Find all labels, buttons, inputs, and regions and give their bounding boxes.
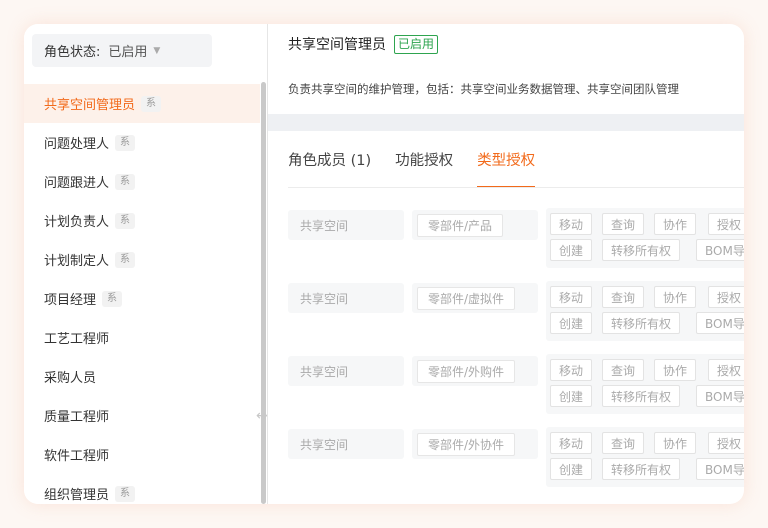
sidebar-item-label: 共享空间管理员 [44, 98, 136, 113]
permission-box: 移动 查询 协作 授权创建 转移所有权 BOM导 [546, 281, 744, 341]
system-badge: 系 [141, 95, 162, 112]
sidebar-item-label: 采购人员 [44, 371, 97, 386]
sidebar-item[interactable]: 问题处理人系 [24, 123, 260, 162]
system-badge: 系 [102, 290, 123, 307]
tab[interactable]: 类型授权 [477, 148, 536, 188]
permission-chip[interactable]: 移动 [550, 213, 593, 235]
space-field[interactable]: 共享空间 [288, 429, 404, 459]
sidebar-item[interactable]: 问题跟进人系 [24, 162, 260, 201]
sidebar-item-label: 问题处理人 [44, 137, 110, 152]
sidebar-item[interactable]: 组织管理员系 [24, 474, 260, 504]
permission-chip[interactable]: 移动 [550, 359, 593, 381]
sidebar-item-label: 质量工程师 [44, 410, 110, 425]
sidebar-item-label: 软件工程师 [44, 449, 110, 464]
permission-box: 移动 查询 协作 授权创建 转移所有权 BOM导 [546, 208, 744, 268]
permission-chip[interactable]: 创建 [550, 312, 593, 334]
permission-chip[interactable]: 协作 [654, 213, 697, 235]
system-badge: 系 [115, 251, 136, 268]
permission-chip[interactable]: 授权 [708, 432, 744, 454]
permission-chip[interactable]: 移动 [550, 286, 593, 308]
role-list: 共享空间管理员系问题处理人系问题跟进人系计划负责人系计划制定人系项目经理系工艺工… [24, 84, 260, 504]
object-type-field[interactable]: 零部件/外协件 [412, 429, 538, 459]
permission-box: 移动 查询 协作 授权创建 转移所有权 BOM导 [546, 427, 744, 487]
permission-chip[interactable]: 查询 [602, 213, 645, 235]
title-row: 共享空间管理员 已启用 [288, 34, 439, 54]
tab-underline [288, 187, 744, 188]
space-value: 共享空间 [300, 364, 349, 379]
filter-label: 角色状态: [44, 45, 101, 60]
filter-value: 已启用 [108, 45, 148, 60]
permission-chip[interactable]: 转移所有权 [602, 239, 681, 261]
sidebar-item-label: 工艺工程师 [44, 332, 110, 347]
sidebar-item[interactable]: 工艺工程师 [24, 318, 260, 357]
permission-chip[interactable]: BOM导 [696, 385, 744, 407]
object-type-field[interactable]: 零部件/产品 [412, 210, 538, 240]
sidebar-item[interactable]: 计划制定人系 [24, 240, 260, 279]
permission-chip[interactable]: 创建 [550, 458, 593, 480]
permission-chip[interactable]: 授权 [708, 359, 744, 381]
permission-chip[interactable]: BOM导 [696, 312, 744, 334]
permission-chip[interactable]: 协作 [654, 286, 697, 308]
space-value: 共享空间 [300, 291, 349, 306]
permission-chip[interactable]: 转移所有权 [602, 385, 681, 407]
sidebar-item[interactable]: 共享空间管理员系 [24, 84, 260, 123]
system-badge: 系 [115, 212, 136, 229]
permission-chip[interactable]: 转移所有权 [602, 312, 681, 334]
tab-bar: 角色成员 (1) 功能授权 类型授权 [288, 148, 559, 188]
role-sidebar: 角色状态: 已启用 ▼ 共享空间管理员系问题处理人系问题跟进人系计划负责人系计划… [24, 24, 268, 504]
permission-chip[interactable]: 转移所有权 [602, 458, 681, 480]
system-badge: 系 [115, 485, 136, 502]
space-field[interactable]: 共享空间 [288, 210, 404, 240]
sidebar-scrollbar[interactable] [261, 82, 266, 504]
sidebar-item-label: 组织管理员 [44, 488, 110, 503]
role-description: 负责共享空间的维护管理，包括：共享空间业务数据管理、共享空间团队管理 [288, 82, 679, 96]
status-badge: 已启用 [394, 34, 439, 54]
permission-chip[interactable]: BOM导 [696, 458, 744, 480]
permission-box: 移动 查询 协作 授权创建 转移所有权 BOM导 [546, 354, 744, 414]
sidebar-item[interactable]: 质量工程师 [24, 396, 260, 435]
permission-chip[interactable]: 协作 [654, 359, 697, 381]
sidebar-item[interactable]: 项目经理系 [24, 279, 260, 318]
resize-handle-icon[interactable]: ↔ [256, 408, 268, 424]
page-title: 共享空间管理员 [288, 37, 386, 53]
permission-chip[interactable]: 创建 [550, 385, 593, 407]
space-field[interactable]: 共享空间 [288, 283, 404, 313]
permission-chip[interactable]: 协作 [654, 432, 697, 454]
permission-chip[interactable]: 创建 [550, 239, 593, 261]
space-value: 共享空间 [300, 437, 349, 452]
permission-chip[interactable]: 授权 [708, 286, 744, 308]
object-type-tag: 零部件/外购件 [417, 359, 516, 383]
sidebar-item[interactable]: 采购人员 [24, 357, 260, 396]
tab[interactable]: 角色成员 (1) [288, 148, 371, 188]
role-detail: 共享空间管理员 已启用 负责共享空间的维护管理，包括：共享空间业务数据管理、共享… [268, 24, 744, 504]
role-status-filter[interactable]: 角色状态: 已启用 ▼ [32, 34, 212, 67]
tab[interactable]: 功能授权 [395, 148, 453, 188]
sidebar-item[interactable]: 计划负责人系 [24, 201, 260, 240]
permission-chip[interactable]: 移动 [550, 432, 593, 454]
sidebar-item-label: 计划制定人 [44, 254, 110, 269]
app-card: 角色状态: 已启用 ▼ 共享空间管理员系问题处理人系问题跟进人系计划负责人系计划… [24, 24, 744, 504]
object-type-tag: 零部件/产品 [417, 213, 504, 237]
object-type-tag: 零部件/虚拟件 [417, 286, 516, 310]
sidebar-item-label: 问题跟进人 [44, 176, 110, 191]
permission-chip[interactable]: 查询 [602, 432, 645, 454]
object-type-tag: 零部件/外协件 [417, 432, 516, 456]
system-badge: 系 [115, 173, 136, 190]
permission-chip[interactable]: 查询 [602, 359, 645, 381]
sidebar-item-label: 计划负责人 [44, 215, 110, 230]
permission-chip[interactable]: BOM导 [696, 239, 744, 261]
system-badge: 系 [115, 134, 136, 151]
permission-chip[interactable]: 授权 [708, 213, 744, 235]
section-separator [268, 114, 744, 131]
space-value: 共享空间 [300, 218, 349, 233]
sidebar-item-label: 项目经理 [44, 293, 97, 308]
object-type-field[interactable]: 零部件/外购件 [412, 356, 538, 386]
object-type-field[interactable]: 零部件/虚拟件 [412, 283, 538, 313]
space-field[interactable]: 共享空间 [288, 356, 404, 386]
permission-chip[interactable]: 查询 [602, 286, 645, 308]
sidebar-item[interactable]: 软件工程师 [24, 435, 260, 474]
caret-down-icon: ▼ [153, 45, 161, 56]
